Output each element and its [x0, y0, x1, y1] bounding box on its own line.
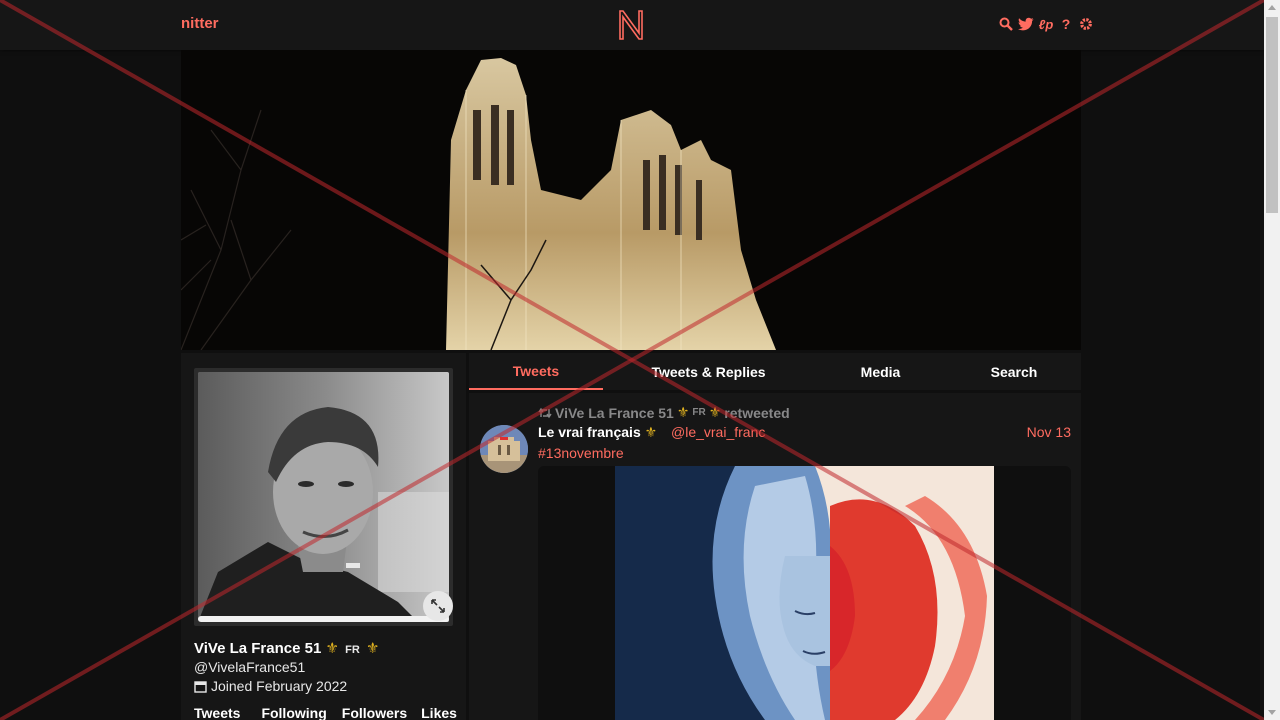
profile-stats: Tweets Following Followers Likes — [194, 705, 457, 720]
timeline: ViVe La France 51 ⚜ FR ⚜ retweeted Le vr… — [469, 393, 1081, 720]
profile-username[interactable]: @VivelaFrance51 — [194, 659, 305, 675]
calendar-icon — [194, 680, 207, 693]
profile-card: ViVe La France 51 ⚜ FR ⚜ @VivelaFrance51… — [181, 353, 466, 720]
twitter-bird-icon[interactable] — [1018, 16, 1034, 32]
scroll-down-arrow[interactable] — [1268, 710, 1276, 715]
navbar: nitter ℓp ? — [0, 0, 1264, 50]
profile-joined: Joined February 2022 — [194, 678, 347, 694]
scroll-up-arrow[interactable] — [1268, 5, 1276, 10]
rss-icon[interactable]: ℓp — [1038, 16, 1054, 32]
tweet-fullname[interactable]: Le vrai français ⚜ — [538, 424, 657, 441]
tweet-username[interactable]: @le_vrai_franc — [671, 424, 765, 440]
expand-avatar-button[interactable] — [423, 591, 453, 621]
nitter-logo[interactable] — [617, 9, 645, 41]
joined-text: Joined February 2022 — [211, 678, 348, 694]
profile-avatar[interactable] — [194, 368, 453, 626]
scrollbar[interactable] — [1264, 0, 1280, 720]
flag-fr: FR — [692, 407, 706, 418]
fleur-de-lis-icon: ⚜ — [644, 424, 658, 440]
profile-banner[interactable] — [181, 50, 1081, 350]
fleur-de-lis-icon: ⚜ — [708, 404, 722, 420]
tab-tweets-replies[interactable]: Tweets & Replies — [621, 353, 796, 390]
scrollbar-thumb[interactable] — [1266, 17, 1278, 213]
tab-tweets[interactable]: Tweets — [469, 353, 603, 390]
retweet-header: ViVe La France 51 ⚜ FR ⚜ retweeted — [538, 404, 790, 421]
fleur-de-lis-icon: ⚜ — [676, 404, 690, 420]
stat-tweets[interactable]: Tweets — [194, 705, 240, 720]
nav-icons: ℓp ? — [998, 16, 1094, 32]
tweet-avatar[interactable] — [480, 425, 528, 473]
retweet-icon — [538, 407, 552, 418]
avatar-image — [198, 372, 449, 622]
retweeter-name[interactable]: ViVe La France 51 — [555, 405, 674, 421]
stat-following[interactable]: Following — [261, 705, 326, 720]
stat-likes[interactable]: Likes — [421, 705, 457, 720]
profile-fullname[interactable]: ViVe La France 51 ⚜ FR ⚜ — [194, 639, 379, 657]
tweet-date[interactable]: Nov 13 — [1027, 424, 1071, 440]
profile-fullname-text: ViVe La France 51 — [194, 640, 322, 657]
search-icon[interactable] — [998, 16, 1014, 32]
timeline-tabs: Tweets Tweets & Replies Media Search — [469, 353, 1081, 390]
help-icon[interactable]: ? — [1058, 16, 1074, 32]
attachment-image[interactable] — [615, 466, 994, 720]
tweet-attachment[interactable] — [538, 466, 1071, 720]
expand-icon — [431, 599, 445, 613]
fleur-de-lis-icon: ⚜ — [365, 640, 380, 657]
tab-media[interactable]: Media — [814, 353, 947, 390]
tab-search[interactable]: Search — [947, 353, 1081, 390]
brand-link[interactable]: nitter — [181, 15, 219, 32]
fleur-de-lis-icon: ⚜ — [325, 640, 339, 657]
stat-followers[interactable]: Followers — [342, 705, 407, 720]
retweeted-label: retweeted — [724, 404, 790, 421]
flag-fr: FR — [345, 644, 360, 656]
tweet-hashtag[interactable]: #13novembre — [538, 445, 624, 461]
tweet-fullname-text: Le vrai français — [538, 424, 641, 440]
gear-icon[interactable] — [1078, 16, 1094, 32]
